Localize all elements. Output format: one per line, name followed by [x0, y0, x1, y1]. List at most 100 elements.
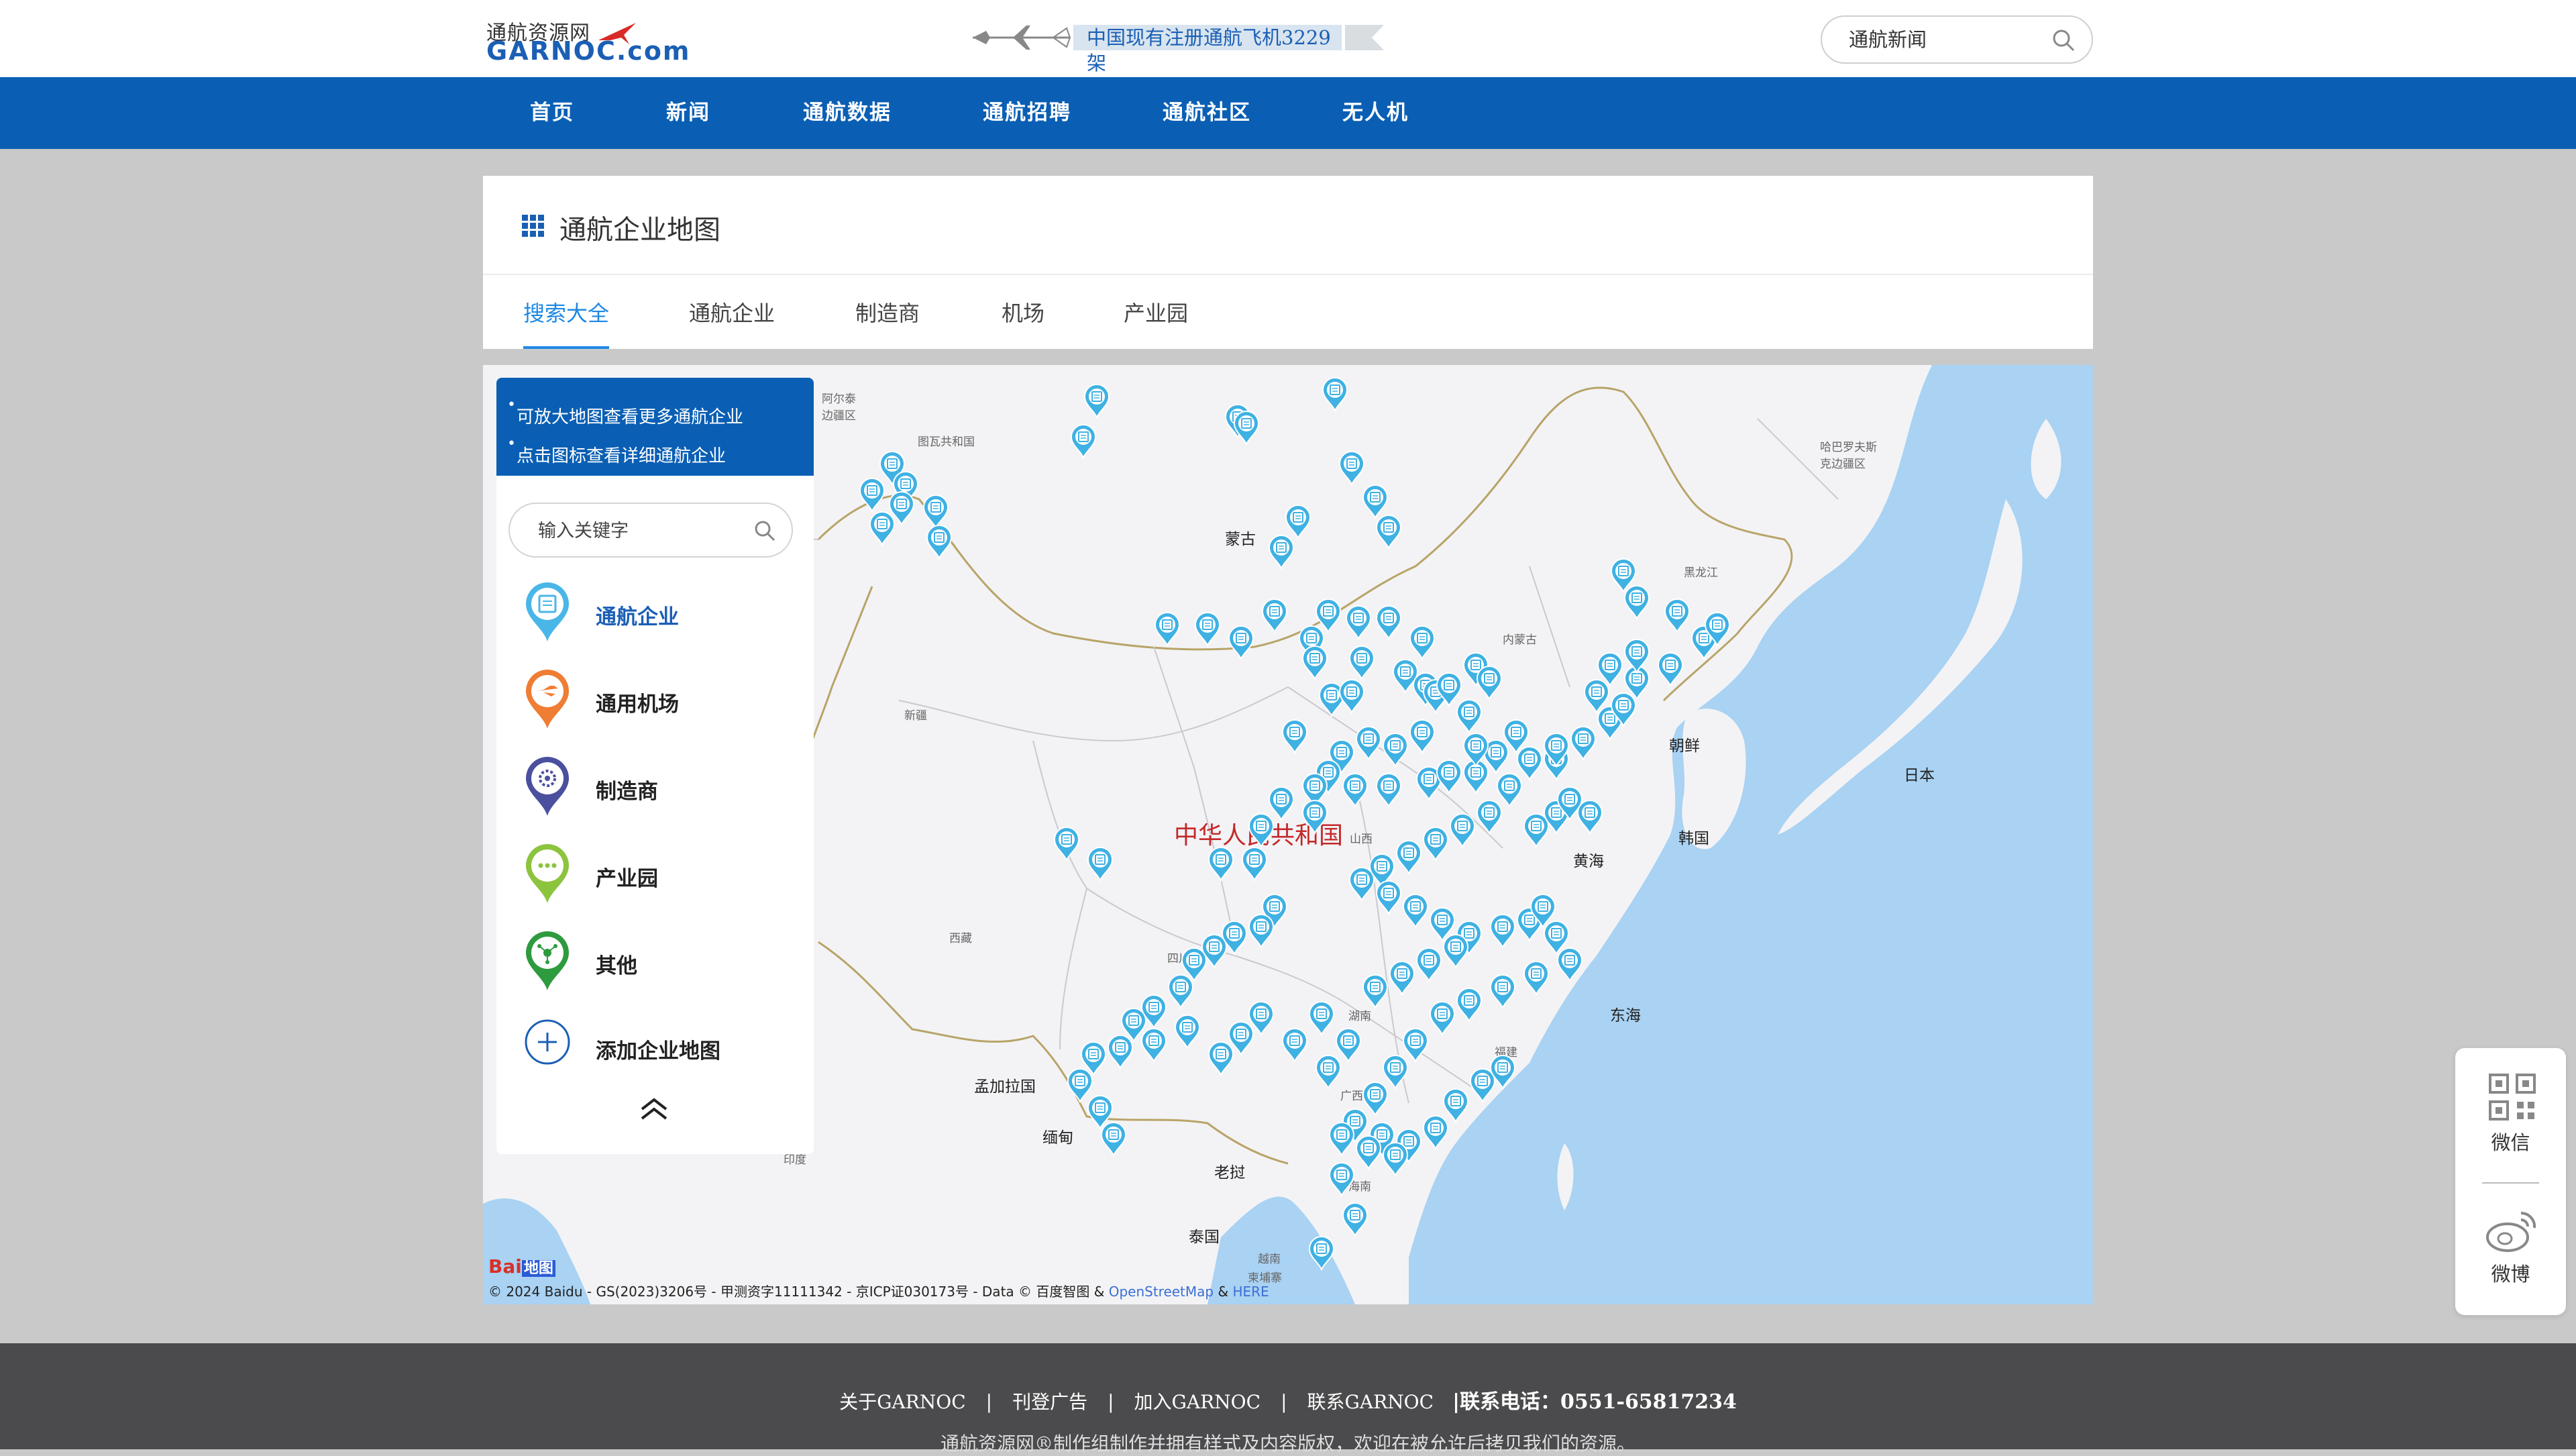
aviation-company-pin[interactable] [1623, 585, 1650, 621]
aviation-company-pin[interactable] [1338, 679, 1365, 715]
tab-search-all[interactable]: 搜索大全 [523, 297, 609, 327]
news-search-box[interactable] [1821, 15, 2093, 64]
aviation-company-pin[interactable] [1449, 813, 1476, 849]
aviation-company-pin[interactable] [1342, 1202, 1368, 1238]
tab-manufacturers[interactable]: 制造商 [855, 297, 920, 327]
aviation-company-pin[interactable] [1704, 612, 1731, 647]
aviation-company-pin[interactable] [1154, 612, 1181, 647]
osm-link[interactable]: OpenStreetMap [1109, 1284, 1214, 1300]
search-icon[interactable] [754, 520, 775, 541]
footer-link-contact[interactable]: 联系GARNOC [1307, 1391, 1434, 1413]
aviation-company-pin[interactable] [1322, 377, 1348, 413]
aircraft-count-banner[interactable]: 中国现有注册通航飞机3229架 [966, 20, 1422, 74]
aviation-company-pin[interactable] [1489, 914, 1516, 949]
aviation-company-pin[interactable] [1422, 827, 1449, 862]
aviation-company-pin[interactable] [1140, 1028, 1167, 1063]
aviation-company-pin[interactable] [1070, 424, 1097, 460]
here-link[interactable]: HERE [1232, 1284, 1269, 1300]
weibo-label[interactable]: 微博 [2455, 1259, 2566, 1287]
aviation-company-pin[interactable] [1556, 947, 1583, 983]
aviation-company-pin[interactable] [1375, 773, 1402, 809]
aviation-company-pin[interactable] [1355, 726, 1382, 762]
aviation-company-pin[interactable] [1167, 974, 1194, 1010]
aviation-company-pin[interactable] [1308, 1001, 1335, 1037]
aviation-company-pin[interactable] [1301, 800, 1328, 835]
aviation-company-pin[interactable] [1462, 733, 1489, 768]
aviation-company-pin[interactable] [1570, 726, 1597, 762]
aviation-company-pin[interactable] [1228, 625, 1254, 661]
tab-industrial-parks[interactable]: 产业园 [1124, 297, 1188, 327]
keyword-search-input[interactable] [537, 516, 738, 545]
aviation-company-pin[interactable] [1174, 1015, 1201, 1050]
aviation-company-pin[interactable] [1100, 1122, 1127, 1157]
aviation-company-pin[interactable] [1345, 605, 1372, 641]
aviation-company-pin[interactable] [1355, 1135, 1382, 1171]
aviation-company-pin[interactable] [1436, 760, 1462, 795]
footer-link-advertise[interactable]: 刊登广告 [1012, 1391, 1087, 1413]
aviation-company-pin[interactable] [1664, 599, 1690, 634]
aviation-company-pin[interactable] [1335, 1028, 1362, 1063]
aviation-company-pin[interactable] [1268, 535, 1295, 570]
aviation-company-pin[interactable] [1543, 733, 1570, 768]
aviation-company-pin[interactable] [1657, 652, 1684, 688]
aviation-company-pin[interactable] [1261, 599, 1288, 634]
aviation-company-pin[interactable] [1248, 914, 1275, 949]
aviation-company-pin[interactable] [1342, 773, 1368, 809]
footer-link-about[interactable]: 关于GARNOC [839, 1391, 966, 1413]
aviation-company-pin[interactable] [1208, 847, 1234, 882]
baidu-map-logo[interactable]: Bai 地图 [488, 1255, 555, 1278]
aviation-company-pin[interactable] [1382, 733, 1409, 768]
search-icon[interactable] [2051, 28, 2076, 52]
nav-data[interactable]: 通航数据 [803, 77, 892, 149]
aviation-company-pin[interactable] [1348, 645, 1375, 681]
nav-drones[interactable]: 无人机 [1342, 77, 1409, 149]
aviation-company-pin[interactable] [1402, 894, 1429, 929]
aviation-company-pin[interactable] [1241, 847, 1268, 882]
nav-news[interactable]: 新闻 [666, 77, 710, 149]
aviation-company-pin[interactable] [1389, 961, 1415, 996]
aviation-company-pin[interactable] [1328, 1122, 1355, 1157]
qr-code-icon[interactable] [2489, 1074, 2536, 1121]
aviation-company-pin[interactable] [1456, 988, 1483, 1023]
aviation-company-pin[interactable] [1233, 411, 1260, 446]
aviation-company-pin[interactable] [1375, 605, 1402, 641]
tab-airports[interactable]: 机场 [1002, 297, 1044, 327]
aviation-company-pin[interactable] [1623, 639, 1650, 674]
aviation-company-pin[interactable] [1328, 1162, 1355, 1198]
nav-community[interactable]: 通航社区 [1163, 77, 1251, 149]
nav-home[interactable]: 首页 [530, 77, 574, 149]
aviation-company-pin[interactable] [1338, 451, 1365, 486]
aviation-company-pin[interactable] [1375, 880, 1402, 916]
aviation-company-pin[interactable] [1489, 1055, 1516, 1090]
wechat-label[interactable]: 微信 [2455, 1127, 2566, 1155]
aviation-company-pin[interactable] [1489, 974, 1516, 1010]
aviation-company-pin[interactable] [1395, 840, 1422, 876]
aviation-company-pin[interactable] [1053, 827, 1080, 862]
keyword-search-box[interactable] [508, 503, 793, 558]
aviation-company-pin[interactable] [1348, 867, 1375, 902]
aviation-company-pin[interactable] [1456, 699, 1483, 735]
aviation-company-pin[interactable] [1107, 1035, 1134, 1070]
news-search-input[interactable] [1847, 25, 2042, 54]
aviation-company-pin[interactable] [1442, 934, 1469, 970]
aviation-company-pin[interactable] [1362, 974, 1389, 1010]
aviation-company-pin[interactable] [1375, 515, 1402, 550]
collapse-chevron-up-icon[interactable] [639, 1097, 669, 1121]
footer-link-join[interactable]: 加入GARNOC [1134, 1391, 1261, 1413]
tab-aviation-companies[interactable]: 通航企业 [689, 297, 775, 327]
aviation-company-pin[interactable] [1308, 1236, 1335, 1271]
aviation-company-pin[interactable] [859, 478, 885, 513]
aviation-company-pin[interactable] [1248, 1001, 1275, 1037]
aviation-company-pin[interactable] [1442, 1088, 1469, 1124]
aviation-company-pin[interactable] [1281, 1028, 1308, 1063]
nav-jobs[interactable]: 通航招聘 [983, 77, 1071, 149]
aviation-company-pin[interactable] [1415, 947, 1442, 983]
weibo-icon[interactable] [2485, 1209, 2538, 1253]
aviation-company-pin[interactable] [926, 525, 953, 560]
aviation-company-pin[interactable] [1476, 666, 1503, 701]
aviation-company-pin[interactable] [1301, 645, 1328, 681]
aviation-company-pin[interactable] [869, 511, 896, 547]
aviation-company-pin[interactable] [1382, 1142, 1409, 1178]
aviation-company-pin[interactable] [1597, 652, 1623, 688]
aviation-company-pin[interactable] [1409, 625, 1436, 661]
